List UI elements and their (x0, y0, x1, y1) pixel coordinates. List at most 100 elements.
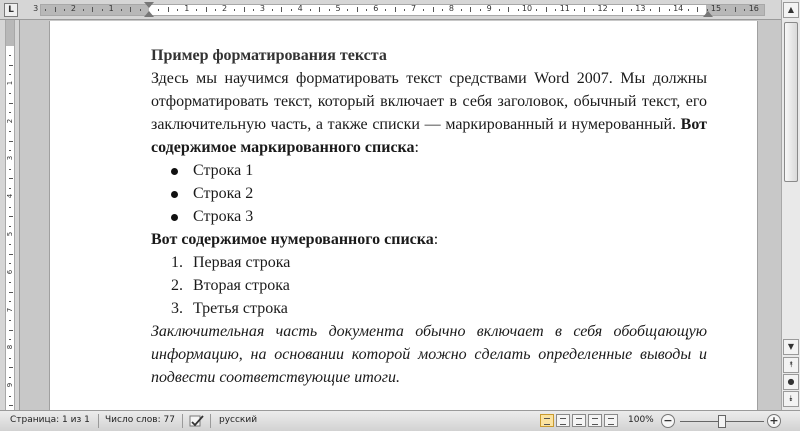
list-item-text: Строка 1 (193, 162, 254, 179)
bullet-icon (171, 214, 178, 221)
language-status[interactable]: русский (219, 415, 257, 425)
ruler-tick (290, 9, 292, 11)
ruler-number: 1 (108, 4, 114, 13)
list-item-text: Вторая строка (193, 277, 290, 294)
ruler-tick (347, 9, 349, 11)
ruler-tick (545, 7, 547, 12)
intro-colon: : (414, 139, 419, 156)
ruler-tick (328, 9, 330, 11)
ruler-tick (139, 9, 141, 11)
first-line-indent-marker[interactable] (144, 2, 154, 8)
ruler-tick (9, 282, 11, 284)
print-layout-view-button[interactable] (540, 414, 554, 427)
scrollbar-thumb[interactable] (784, 22, 798, 182)
ruler-tick (725, 9, 727, 11)
browse-circle-icon: ● (787, 377, 795, 386)
vertical-ruler-track: 1 2 3 4 5 6 7 8 9 (5, 20, 15, 410)
numbered-list[interactable]: 1. Первая строка 2. Вторая строка 3. Третья… (151, 251, 707, 320)
left-margin-area (41, 5, 149, 15)
zoom-in-button[interactable]: + (767, 414, 781, 428)
plus-icon: + (769, 414, 779, 427)
numbered-list-caption-text: Вот содержимое нумерованного списка (151, 231, 434, 248)
list-item-text: Строка 3 (193, 208, 254, 225)
scroll-down-button[interactable]: ▼ (783, 339, 799, 355)
list-item[interactable]: Строка 1 (151, 159, 707, 182)
ruler-tick (9, 367, 13, 369)
arrow-up-icon: ▲ (787, 5, 795, 14)
ruler-tick (630, 9, 632, 11)
previous-page-button[interactable]: ⯭ (783, 357, 799, 373)
list-item[interactable]: 2. Вторая строка (151, 274, 707, 297)
ruler-tick (508, 7, 510, 12)
document-content[interactable]: Пример форматирования текста Здесь мы на… (151, 44, 707, 389)
word-count-status[interactable]: Число слов: 77 (105, 415, 175, 425)
ruler-tick (9, 376, 11, 378)
status-divider (98, 414, 99, 428)
page-count-status[interactable]: Страница: 1 из 1 (10, 415, 90, 425)
zoom-slider-thumb[interactable] (718, 415, 726, 428)
ruler-tick (9, 178, 13, 180)
status-divider (182, 414, 183, 428)
ruler-number: 4 (297, 4, 303, 13)
ruler-tick (309, 9, 311, 11)
ruler-tick (356, 7, 358, 12)
list-item[interactable]: 1. Первая строка (151, 251, 707, 274)
zoom-out-button[interactable]: − (661, 414, 675, 428)
ruler-number: 3 (33, 4, 39, 13)
ruler-number: 5 (335, 4, 341, 13)
proofing-check-icon[interactable] (189, 414, 205, 428)
ruler-tick (158, 9, 160, 11)
web-layout-view-button[interactable] (572, 414, 586, 427)
numbered-list-caption[interactable]: Вот содержимое нумерованного списка: (151, 228, 707, 251)
ruler-tick (536, 9, 538, 11)
vertical-scrollbar[interactable]: ▲ ▼ ⯭ ● ⯯ (781, 0, 800, 410)
ruler-tick (9, 357, 11, 359)
scroll-up-button[interactable]: ▲ (783, 2, 799, 18)
document-heading[interactable]: Пример форматирования текста (151, 44, 707, 67)
ruler-tick (479, 9, 481, 11)
next-page-button[interactable]: ⯯ (783, 391, 799, 407)
tab-selector-button[interactable]: L (4, 3, 18, 17)
ruler-tick (583, 7, 585, 12)
full-screen-reading-view-button[interactable] (556, 414, 570, 427)
ruler-tick (9, 112, 11, 114)
ruler-number: 13 (635, 4, 646, 13)
intro-paragraph[interactable]: Здесь мы научимся форматировать текст ср… (151, 67, 707, 159)
ruler-tick (9, 291, 13, 293)
ruler-tick (432, 7, 434, 12)
ruler-tick (9, 244, 11, 246)
ruler-number: 15 (710, 4, 722, 13)
draft-view-button[interactable] (604, 414, 618, 427)
ruler-tick (234, 9, 236, 11)
ruler-tick (574, 9, 576, 11)
select-browse-object-button[interactable]: ● (783, 374, 799, 390)
minus-icon: − (663, 414, 673, 427)
ruler-number: 14 (673, 4, 684, 13)
outline-view-button[interactable] (588, 414, 602, 427)
vertical-ruler[interactable]: 1 2 3 4 5 6 7 8 9 (0, 20, 20, 410)
ruler-tick (9, 329, 13, 331)
horizontal-ruler-track[interactable]: 3211234567891011121314151617 (33, 2, 797, 17)
ruler-tick (9, 320, 11, 322)
ruler-tick (101, 9, 103, 11)
document-workspace[interactable]: Пример форматирования текста Здесь мы на… (21, 21, 781, 410)
document-page[interactable]: Пример форматирования текста Здесь мы на… (49, 21, 758, 410)
conclusion-paragraph[interactable]: Заключительная часть документа обычно вк… (151, 320, 707, 389)
list-item[interactable]: Строка 3 (151, 205, 707, 228)
list-item-text: Строка 2 (193, 185, 254, 202)
zoom-level-button[interactable]: 100% (628, 415, 654, 425)
ruler-tick (9, 149, 11, 151)
top-margin-area (6, 20, 14, 46)
list-item[interactable]: Строка 2 (151, 182, 707, 205)
hanging-indent-marker[interactable] (144, 11, 154, 17)
ruler-number: 9 (6, 382, 14, 388)
ruler-tick (9, 131, 11, 133)
ruler-tick (45, 9, 47, 11)
list-item[interactable]: 3. Третья строка (151, 297, 707, 320)
bulleted-list[interactable]: Строка 1 Строка 2 Строка 3 (151, 159, 707, 228)
ruler-tick (243, 7, 245, 12)
horizontal-ruler[interactable]: L 3211234567891011121314151617 (0, 0, 800, 20)
list-number: 2. (171, 277, 183, 294)
ruler-tick (196, 9, 198, 11)
ruler-number: 10 (521, 4, 533, 13)
